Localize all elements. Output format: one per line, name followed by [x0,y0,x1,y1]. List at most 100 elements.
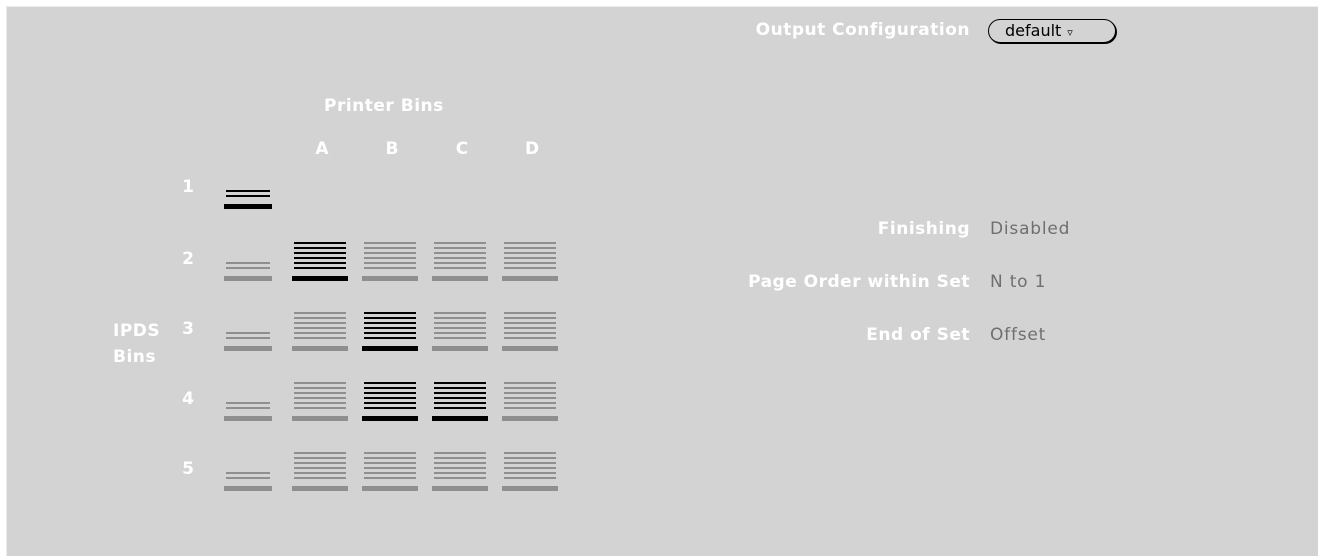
bin-base [432,346,488,351]
bin-line [294,402,346,404]
printer-bin-col-label-b: B [386,139,399,159]
ipds-bin-4-stack [224,402,272,421]
bin-line [294,457,346,459]
bin-line [504,452,556,454]
bin-line [434,407,486,409]
mapping-cell-3-d[interactable] [502,312,558,351]
bin-line [364,242,416,244]
bin-line [294,312,346,314]
mapping-cell-4-c[interactable] [432,382,488,421]
mapping-cell-4-a[interactable] [292,382,348,421]
mapping-cell-5-b[interactable] [362,452,418,491]
bin-line [504,267,556,269]
bin-line [504,262,556,264]
bin-base [362,486,418,491]
bin-line [364,252,416,254]
bin-line [434,257,486,259]
bin-base [292,276,348,281]
ipds-bin-row-label-1: 1 [182,177,194,197]
bin-base [432,486,488,491]
bin-line [434,262,486,264]
bin-line [294,247,346,249]
bin-line [294,397,346,399]
mapping-cell-4-b[interactable] [362,382,418,421]
bin-base [224,204,272,209]
mapping-cell-3-c[interactable] [432,312,488,351]
mapping-cell-4-d[interactable] [502,382,558,421]
bin-line [294,267,346,269]
bin-line [434,402,486,404]
bin-line [434,452,486,454]
bin-line [504,247,556,249]
bin-line [504,477,556,479]
bin-line [504,402,556,404]
bin-line [504,327,556,329]
bin-line [434,467,486,469]
bin-line [294,327,346,329]
bin-line [504,472,556,474]
bin-line [434,312,486,314]
bin-line [364,457,416,459]
bin-line [434,242,486,244]
bin-base [362,276,418,281]
bin-line [434,322,486,324]
bin-line [434,387,486,389]
bin-line [364,452,416,454]
bin-base [362,416,418,421]
bin-base [432,276,488,281]
bin-line [294,452,346,454]
bin-line [294,387,346,389]
mapping-cell-2-c[interactable] [432,242,488,281]
ipds-bin-3-stack [224,332,272,351]
bin-line [434,462,486,464]
ipds-bin-1-stack [224,190,272,209]
ipds-bin-row-label-5: 5 [182,459,194,479]
bin-line [434,267,486,269]
printer-bin-col-label-c: C [456,139,468,159]
bin-line [504,392,556,394]
bin-line [504,462,556,464]
mapping-cell-2-a[interactable] [292,242,348,281]
mapping-cell-3-b[interactable] [362,312,418,351]
bin-line [294,337,346,339]
bin-line [294,472,346,474]
bin-line [364,257,416,259]
bin-base [224,276,272,281]
bin-line [504,252,556,254]
bin-line [364,382,416,384]
ipds-bin-row-label-4: 4 [182,389,194,409]
bin-line [294,407,346,409]
bin-line [364,247,416,249]
bin-line [294,462,346,464]
bin-line [364,467,416,469]
mapping-cell-3-a[interactable] [292,312,348,351]
bin-line [364,387,416,389]
mapping-cell-5-c[interactable] [432,452,488,491]
bin-line [504,407,556,409]
bin-line [434,392,486,394]
mapping-cell-2-d[interactable] [502,242,558,281]
bin-line [364,332,416,334]
ipds-bin-row-label-3: 3 [182,319,194,339]
bin-line [364,392,416,394]
ipds-bin-5-stack [224,472,272,491]
bin-line [294,242,346,244]
printer-bin-col-label-d: D [525,139,539,159]
bin-line [294,317,346,319]
bin-line [364,477,416,479]
mapping-cell-2-b[interactable] [362,242,418,281]
bin-base [292,346,348,351]
bin-line [504,332,556,334]
bin-base [502,346,558,351]
bin-line [364,402,416,404]
bin-line [364,327,416,329]
bin-line [226,332,270,334]
printer-bin-col-label-a: A [315,139,329,159]
bin-base [292,486,348,491]
mapping-cell-5-a[interactable] [292,452,348,491]
bin-line [226,195,270,197]
mapping-cell-5-d[interactable] [502,452,558,491]
bin-base [224,416,272,421]
bin-line [434,457,486,459]
bin-line [226,337,270,339]
